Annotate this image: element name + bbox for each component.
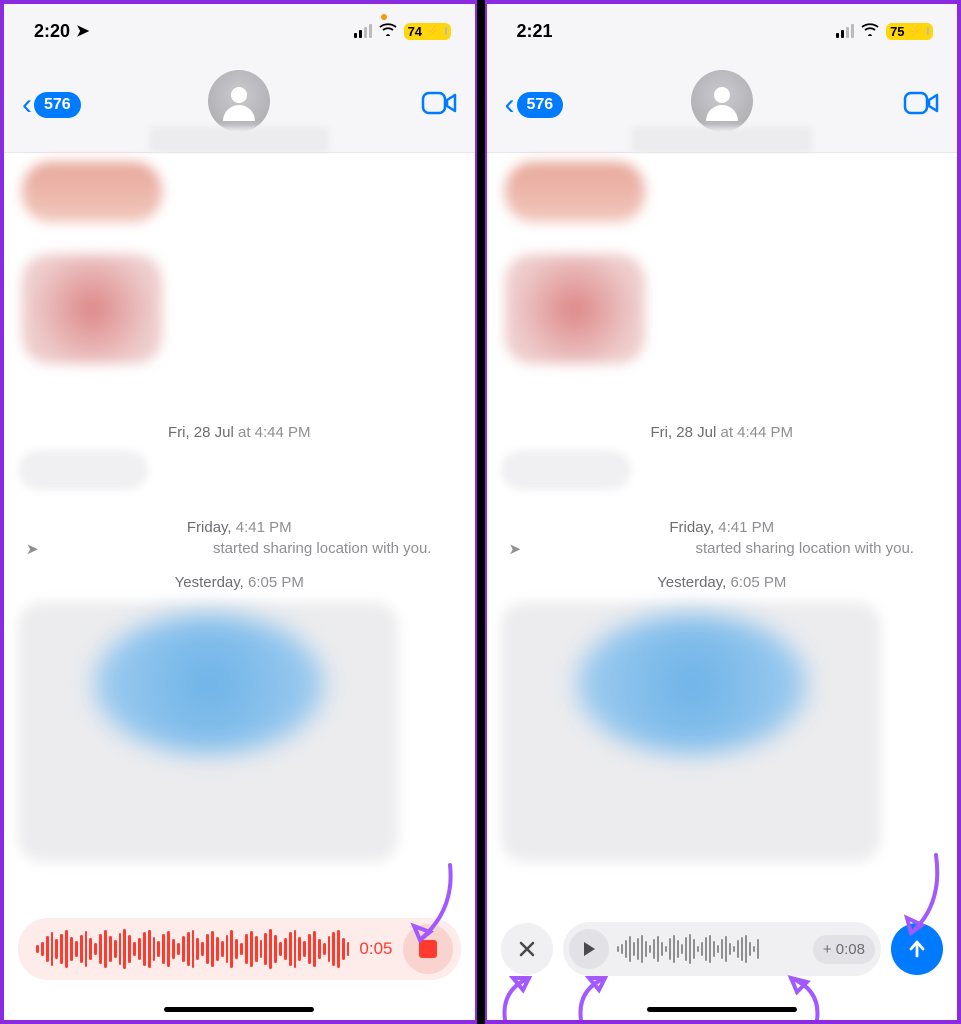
send-audio-button[interactable]: [891, 923, 943, 975]
messages-scroll[interactable]: Fri, 28 Jul at 4:44 PM Friday, 4:41 PM ➤…: [4, 154, 475, 1020]
audio-preview-bar: + 0:08: [501, 918, 944, 980]
close-icon: [517, 939, 537, 959]
phone-screen-recording: 2:20 ➤ 74⚡ ‹ 576: [0, 0, 477, 1024]
message-bubble-redacted: [22, 254, 162, 364]
contact-avatar[interactable]: [691, 70, 753, 132]
message-card-redacted: [94, 614, 324, 754]
message-bubble-redacted: [501, 450, 631, 490]
location-services-icon: ➤: [76, 21, 89, 41]
message-bubble-redacted: [18, 450, 148, 490]
chevron-left-icon: ‹: [505, 88, 515, 122]
play-recording-button[interactable]: [569, 929, 609, 969]
conversation-header: ‹ 576: [4, 58, 475, 153]
status-bar: 2:21 75⚡: [487, 4, 958, 58]
audio-recording-bar: 0:05: [18, 918, 461, 980]
send-up-arrow-icon: [906, 938, 928, 960]
location-arrow-icon: ➤: [26, 540, 39, 558]
cellular-signal-icon: [836, 24, 854, 38]
battery-indicator: 75⚡: [886, 23, 933, 40]
chevron-left-icon: ‹: [22, 88, 32, 122]
contact-avatar[interactable]: [208, 70, 270, 132]
location-sharing-notice: ➤ started sharing location with you.: [487, 540, 958, 557]
recording-waveform: [36, 929, 349, 969]
timestamp-separator: Yesterday, 6:05 PM: [487, 574, 958, 591]
cancel-recording-button[interactable]: [501, 923, 553, 975]
phone-screen-preview: 2:21 75⚡ ‹ 576 Fri,: [485, 0, 961, 1024]
contact-name-redacted: [149, 127, 329, 153]
facetime-button[interactable]: [421, 90, 457, 121]
home-indicator[interactable]: [647, 1007, 797, 1012]
play-icon: [582, 941, 596, 957]
status-bar: 2:20 ➤ 74⚡: [4, 4, 475, 58]
conversation-header: ‹ 576: [487, 58, 958, 153]
mic-privacy-dot-icon: [381, 14, 387, 20]
wifi-icon: [378, 22, 398, 41]
stop-recording-button[interactable]: [403, 924, 453, 974]
audio-preview-pill: + 0:08: [563, 922, 882, 976]
preview-waveform: [617, 934, 805, 964]
contact-name-redacted: [632, 127, 812, 153]
message-bubble-redacted: [22, 162, 162, 222]
timestamp-separator: Yesterday, 6:05 PM: [4, 574, 475, 591]
recording-duration: 0:05: [359, 939, 392, 959]
messages-scroll[interactable]: Fri, 28 Jul at 4:44 PM Friday, 4:41 PM ➤…: [487, 154, 958, 1020]
cellular-signal-icon: [354, 24, 372, 38]
timestamp-separator: Fri, 28 Jul at 4:44 PM: [487, 424, 958, 441]
location-arrow-icon: ➤: [509, 540, 522, 558]
back-button[interactable]: ‹ 576: [505, 88, 564, 122]
message-bubble-redacted: [505, 162, 645, 222]
battery-indicator: 74⚡: [404, 23, 451, 40]
timestamp-separator: Fri, 28 Jul at 4:44 PM: [4, 424, 475, 441]
status-time: 2:21: [517, 21, 553, 42]
message-card-redacted: [577, 614, 807, 754]
facetime-button[interactable]: [903, 90, 939, 121]
stop-icon: [419, 940, 437, 958]
status-time: 2:20: [34, 21, 70, 42]
unread-count-badge: 576: [517, 92, 564, 118]
location-sharing-notice: ➤ started sharing location with you.: [4, 540, 475, 557]
continue-recording-button[interactable]: + 0:08: [813, 935, 875, 964]
timestamp-separator: Friday, 4:41 PM: [487, 519, 958, 536]
home-indicator[interactable]: [164, 1007, 314, 1012]
timestamp-separator: Friday, 4:41 PM: [4, 519, 475, 536]
unread-count-badge: 576: [34, 92, 81, 118]
message-bubble-redacted: [505, 254, 645, 364]
wifi-icon: [860, 22, 880, 41]
back-button[interactable]: ‹ 576: [22, 88, 81, 122]
